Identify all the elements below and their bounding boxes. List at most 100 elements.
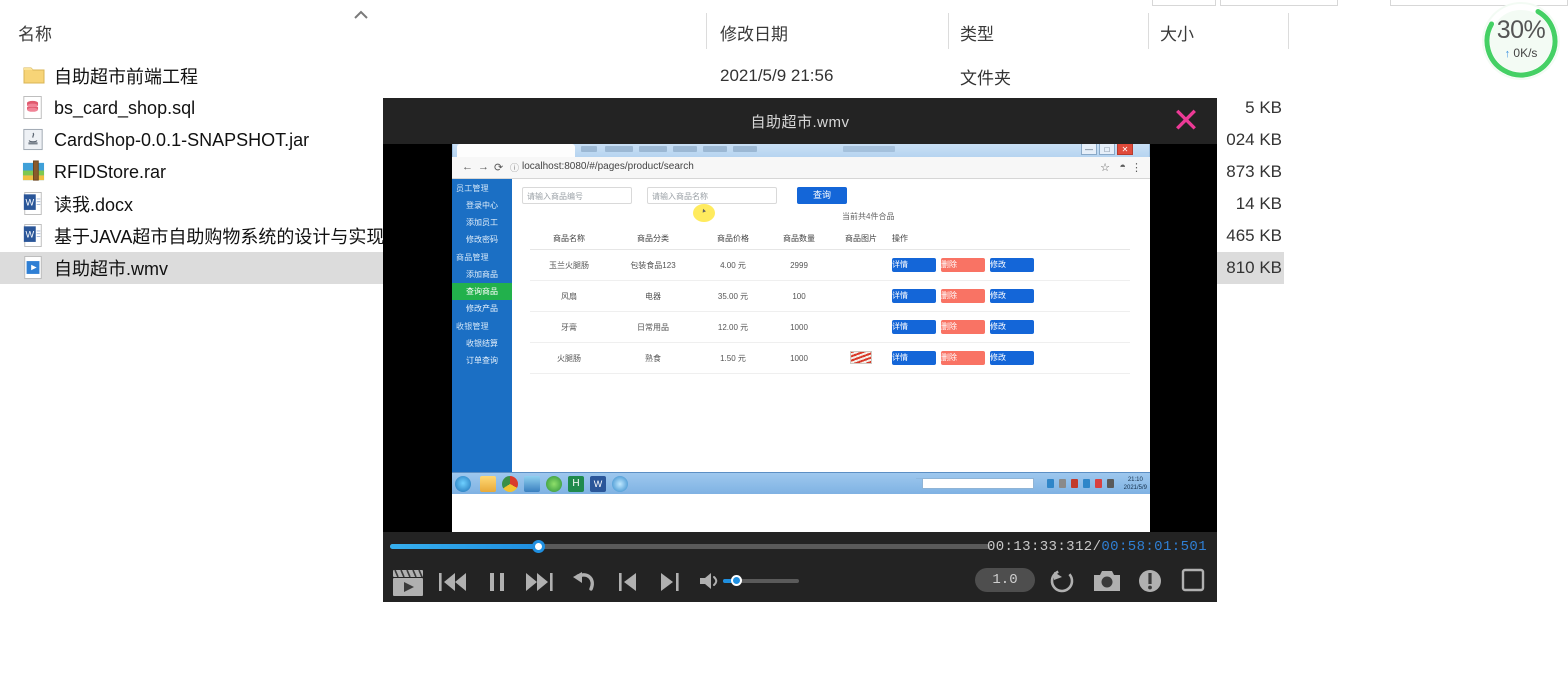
clock-date: 2021/5/9 — [1123, 485, 1147, 491]
modify-button[interactable]: 修改 — [990, 351, 1034, 365]
explorer-icon[interactable] — [480, 476, 496, 492]
loop-icon[interactable] — [1047, 566, 1077, 596]
playback-speed-pill[interactable]: 1.0 — [975, 568, 1035, 592]
pause-icon[interactable] — [483, 568, 511, 596]
windows-start-icon[interactable] — [455, 476, 471, 492]
alert-icon[interactable] — [1135, 566, 1165, 596]
modify-button[interactable]: 修改 — [990, 289, 1034, 303]
table-row[interactable]: 火腿肠 熟食 1.50 元 1000 详情 删除 修改 — [530, 343, 1130, 374]
modify-button[interactable]: 修改 — [990, 320, 1034, 334]
editor-icon[interactable] — [524, 476, 540, 492]
browser-tab-active[interactable] — [457, 144, 575, 157]
info-circle-icon[interactable]: ⓘ — [510, 161, 519, 174]
address-text[interactable]: localhost:8080/#/pages/product/search — [522, 161, 694, 172]
volume-handle[interactable] — [731, 575, 742, 586]
chrome-icon[interactable] — [502, 476, 518, 492]
column-header-size[interactable]: 大小 — [1160, 12, 1194, 52]
product-code-input[interactable]: 请输入商品编号 — [522, 187, 632, 204]
reload-icon[interactable]: ⟳ — [494, 161, 503, 174]
column-divider[interactable] — [948, 13, 949, 49]
arrow-left-icon[interactable]: ← — [462, 161, 473, 173]
query-button[interactable]: 查询 — [797, 187, 847, 204]
seek-handle[interactable] — [532, 540, 545, 553]
row-actions-cell: 详情 删除 修改 — [892, 289, 1057, 303]
delete-button[interactable]: 删除 — [941, 320, 985, 334]
toolbar-fragment-1 — [1152, 0, 1216, 6]
tray-icon[interactable] — [1107, 479, 1114, 488]
undo-icon[interactable] — [569, 568, 599, 596]
browser-tab[interactable] — [843, 146, 895, 152]
rewind-icon[interactable] — [437, 568, 469, 596]
tray-icon[interactable] — [1095, 479, 1102, 488]
column-divider[interactable] — [1148, 13, 1149, 49]
delete-button[interactable]: 删除 — [941, 351, 985, 365]
video-surface[interactable]: — □ ✕ ← → ⟳ ⓘ localhost:8080/#/pages/pro… — [383, 144, 1217, 532]
table-row[interactable]: 玉兰火腿肠 包装食品123 4.00 元 2999 详情 删除 修改 — [530, 250, 1130, 281]
sidebar-item-item[interactable]: 添加员工 — [452, 214, 512, 231]
clapperboard-icon[interactable] — [391, 568, 425, 598]
sidebar-item-item[interactable]: 登录中心 — [452, 197, 512, 214]
next-frame-icon[interactable] — [655, 568, 683, 596]
column-header-date[interactable]: 修改日期 — [720, 12, 788, 52]
minimize-button[interactable]: — — [1081, 144, 1097, 155]
table-header-cell: 商品分类 — [637, 233, 669, 243]
browser-tab[interactable] — [673, 146, 697, 152]
sidebar-item-item[interactable]: 添加商品 — [452, 266, 512, 283]
sidebar-item-group: 收银管理 — [456, 322, 489, 331]
fullscreen-icon[interactable] — [1179, 566, 1207, 594]
column-header-type[interactable]: 类型 — [960, 12, 994, 52]
column-header-name[interactable]: 名称 — [18, 12, 52, 52]
sidebar-item-item[interactable]: 修改产品 — [452, 300, 512, 317]
modify-button[interactable]: 修改 — [990, 258, 1034, 272]
detail-button[interactable]: 详情 — [892, 258, 936, 272]
table-cell: 牙膏 — [561, 322, 577, 332]
sidebar-item-item[interactable]: 收银结算 — [452, 335, 512, 352]
close-button[interactable]: ✕ — [1117, 144, 1133, 155]
row-actions-cell: 详情 删除 修改 — [892, 351, 1057, 365]
close-x-icon[interactable]: ✕ — [1169, 104, 1203, 138]
file-row[interactable]: 自助超市前端工程 2021/5/9 21:56 文件夹 — [0, 60, 1284, 92]
browser-tab[interactable] — [605, 146, 633, 152]
hbuilder-icon[interactable]: H — [568, 476, 584, 492]
browser-tab[interactable] — [733, 146, 757, 152]
tray-icon[interactable] — [1083, 479, 1090, 488]
tray-icon[interactable] — [1059, 479, 1066, 488]
delete-button[interactable]: 删除 — [941, 258, 985, 272]
arrow-right-icon[interactable]: → — [478, 161, 489, 173]
product-name-input[interactable]: 请输入商品名称 — [647, 187, 777, 204]
volume-icon[interactable] — [697, 568, 723, 594]
fast-forward-icon[interactable] — [523, 568, 555, 596]
tray-icon[interactable] — [1071, 479, 1078, 488]
seek-bar[interactable] — [390, 540, 990, 553]
volume-slider[interactable] — [723, 575, 803, 586]
table-row[interactable]: 风扇 电器 35.00 元 100 详情 删除 修改 — [530, 281, 1130, 312]
detail-button[interactable]: 详情 — [892, 289, 936, 303]
new-tab-plus-icon[interactable] — [581, 146, 597, 152]
camera-icon[interactable] — [1091, 566, 1123, 596]
network-speed-widget[interactable]: 30% ↑ 0K/s — [1482, 2, 1560, 80]
explorer-top-strip — [0, 0, 1568, 8]
browser-icon[interactable] — [546, 476, 562, 492]
player-controls: 00:13:33:312/00:58:01:501 1.0 — [383, 532, 1217, 602]
prev-frame-icon[interactable] — [615, 568, 643, 596]
kebab-menu-icon[interactable]: ⋮ — [1131, 161, 1142, 174]
table-row[interactable]: 牙膏 日常用品 12.00 元 1000 详情 删除 修改 — [530, 312, 1130, 343]
column-divider[interactable] — [1288, 13, 1289, 49]
column-divider[interactable] — [706, 13, 707, 49]
detail-button[interactable]: 详情 — [892, 351, 936, 365]
maximize-button[interactable]: □ — [1099, 144, 1115, 155]
profile-icon[interactable]: ◓ — [1119, 161, 1126, 173]
browser-tab[interactable] — [639, 146, 667, 152]
sidebar-item-active[interactable]: 查询商品 — [452, 283, 512, 300]
delete-button[interactable]: 删除 — [941, 289, 985, 303]
browser-tab[interactable] — [703, 146, 727, 152]
star-icon[interactable]: ☆ — [1100, 161, 1110, 174]
sidebar-item-item[interactable]: 修改密码 — [452, 231, 512, 248]
ie-icon[interactable] — [612, 476, 628, 492]
taskbar-clock[interactable]: 21:10 2021/5/9 — [1124, 476, 1147, 492]
detail-button[interactable]: 详情 — [892, 320, 936, 334]
sidebar-item-item[interactable]: 订单查询 — [452, 352, 512, 369]
word-icon[interactable]: W — [590, 476, 606, 492]
tray-icon[interactable] — [1047, 479, 1054, 488]
ime-input-bar[interactable] — [922, 478, 1034, 489]
